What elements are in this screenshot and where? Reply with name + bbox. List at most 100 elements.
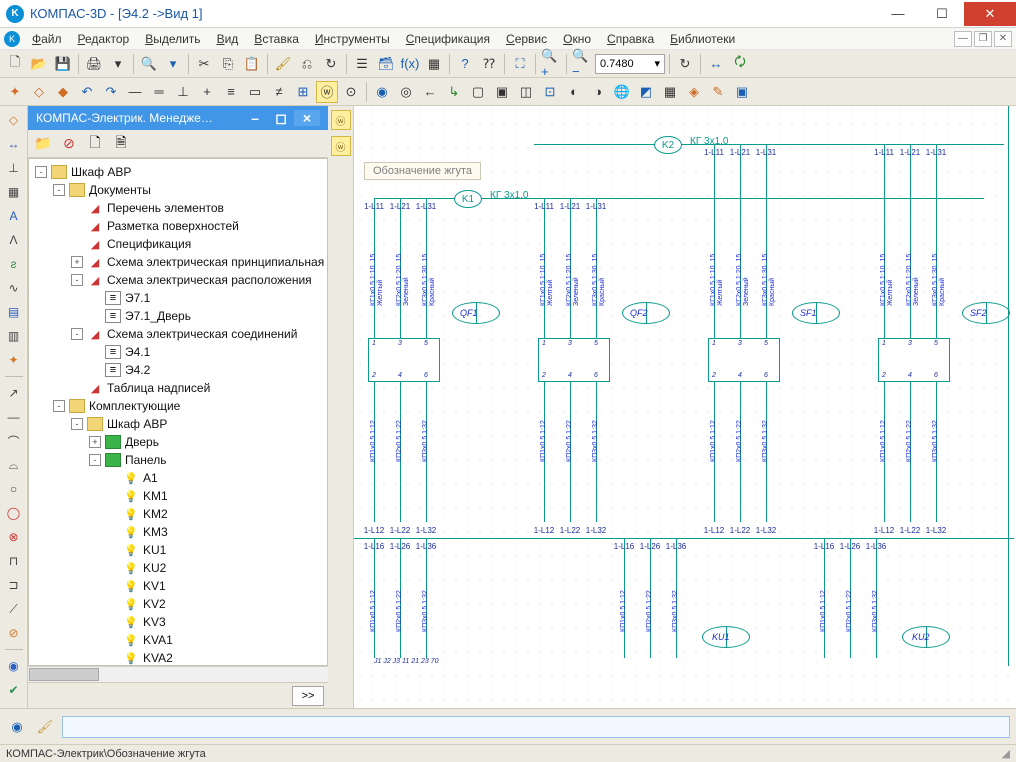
conn-icon[interactable]: ⊙ xyxy=(340,81,362,103)
rail-misc9-icon[interactable]: ⊐ xyxy=(4,575,24,595)
rail-dim-icon[interactable]: ↔ xyxy=(4,134,24,154)
menu-editor[interactable]: Редактор xyxy=(70,30,138,48)
t1-icon[interactable]: ◐ xyxy=(563,81,585,103)
tree-node[interactable]: ≡Э4.2 xyxy=(29,361,327,379)
rail-misc11-icon[interactable]: ⊘ xyxy=(4,623,24,643)
db-icon[interactable]: 🗃 xyxy=(375,53,397,75)
doc-icon[interactable]: ▾ xyxy=(162,53,184,75)
menu-tools[interactable]: Инструменты xyxy=(307,30,398,48)
rebuild-icon[interactable]: 🗘 xyxy=(729,53,751,75)
cube-icon[interactable]: ◩ xyxy=(635,81,657,103)
bl2-icon[interactable]: ▣ xyxy=(491,81,513,103)
menu-spec[interactable]: Спецификация xyxy=(398,30,498,48)
wy-icon[interactable]: ⓦ xyxy=(316,81,338,103)
redo-icon[interactable]: ↻ xyxy=(320,53,342,75)
rail-misc6-icon[interactable]: ◯ xyxy=(4,503,24,523)
wr-icon[interactable]: ✎ xyxy=(707,81,729,103)
table-icon[interactable]: ▦ xyxy=(423,53,445,75)
menu-view[interactable]: Вид xyxy=(209,30,247,48)
tree-node[interactable]: ≡Э7.1 xyxy=(29,289,327,307)
rail-arc-icon[interactable]: Ʌ xyxy=(4,230,24,250)
mdi-restore-icon[interactable]: ❐ xyxy=(974,31,992,47)
tree-node[interactable]: -Комплектующие xyxy=(29,397,327,415)
zoom-fit-icon[interactable]: ⛶ xyxy=(509,53,531,75)
undo2-icon[interactable]: ↶ xyxy=(76,81,98,103)
tree-node[interactable]: -Документы xyxy=(29,181,327,199)
resize-grip-icon[interactable]: ◢ xyxy=(1002,747,1010,760)
bb-stop-icon[interactable]: ◉ xyxy=(6,716,28,738)
snap2-icon[interactable]: ◇ xyxy=(28,81,50,103)
tree-node[interactable]: -◢Схема электрическая соединений xyxy=(29,325,327,343)
circ2-icon[interactable]: ◎ xyxy=(395,81,417,103)
tree-node[interactable]: -Шкаф АВР xyxy=(29,163,327,181)
rail-t2-icon[interactable]: ▥ xyxy=(4,326,24,346)
drawing-canvas[interactable]: Обозначение жгута K2КГ 3x1,0K1КГ 3x1,01-… xyxy=(354,106,1016,708)
rect-icon[interactable]: ▭ xyxy=(244,81,266,103)
menu-insert[interactable]: Вставка xyxy=(246,30,307,48)
tree-node[interactable]: ◢Перечень элементов xyxy=(29,199,327,217)
rail-spl-icon[interactable]: ∿ xyxy=(4,278,24,298)
snap3-icon[interactable]: ◆ xyxy=(52,81,74,103)
rail-mk-icon[interactable]: ✦ xyxy=(4,350,24,370)
tree-node[interactable]: 💡KU2 xyxy=(29,559,327,577)
perp-icon[interactable]: ⊥ xyxy=(172,81,194,103)
ex-icon[interactable]: ▣ xyxy=(731,81,753,103)
tree-node[interactable]: 💡KM1 xyxy=(29,487,327,505)
t2-icon[interactable]: ◑ xyxy=(587,81,609,103)
paste-icon[interactable]: 📋 xyxy=(241,53,263,75)
menu-file[interactable]: Файл xyxy=(24,30,70,48)
tree-node[interactable]: -Шкаф АВР xyxy=(29,415,327,433)
bl3-icon[interactable]: ◫ xyxy=(515,81,537,103)
zoom-combo[interactable]: 0.7480▾ xyxy=(595,54,665,74)
copy-icon[interactable]: ⎘ xyxy=(217,53,239,75)
save-icon[interactable]: 💾 xyxy=(52,53,74,75)
pan-icon[interactable]: ↔ xyxy=(705,53,727,75)
zoom-in-icon[interactable]: 🔍+ xyxy=(540,53,562,75)
rail-misc1-icon[interactable]: ↗ xyxy=(4,383,24,403)
undo-icon[interactable]: ⎌ xyxy=(296,53,318,75)
preview-icon[interactable]: ▾ xyxy=(107,53,129,75)
rail-misc8-icon[interactable]: ⊓ xyxy=(4,551,24,571)
preview2-icon[interactable]: 🔍 xyxy=(138,53,160,75)
tree-node[interactable]: 💡KM3 xyxy=(29,523,327,541)
redo2-icon[interactable]: ↷ xyxy=(100,81,122,103)
tree-node[interactable]: 💡A1 xyxy=(29,469,327,487)
rail-misc5-icon[interactable]: ○ xyxy=(4,479,24,499)
arr-icon[interactable]: ← xyxy=(419,81,441,103)
bl1-icon[interactable]: ▢ xyxy=(467,81,489,103)
help-icon[interactable]: ? xyxy=(454,53,476,75)
menu-help[interactable]: Справка xyxy=(599,30,662,48)
rail-tbl-icon[interactable]: ▤ xyxy=(4,302,24,322)
print-icon[interactable]: 🖨 xyxy=(83,53,105,75)
minimize-button[interactable]: — xyxy=(876,2,920,26)
cfg-icon[interactable]: ◈ xyxy=(683,81,705,103)
tree-node[interactable]: ◢Разметка поверхностей xyxy=(29,217,327,235)
rail-b2-icon[interactable]: ✔ xyxy=(4,680,24,700)
tree-node[interactable]: +Дверь xyxy=(29,433,327,451)
tree-node[interactable]: -Панель xyxy=(29,451,327,469)
rail-sgreen-icon[interactable]: ƨ xyxy=(4,254,24,274)
close-button[interactable]: ✕ xyxy=(964,2,1016,26)
tree-node[interactable]: 💡KM2 xyxy=(29,505,327,523)
glob-icon[interactable]: 🌐 xyxy=(611,81,633,103)
tree-node[interactable]: 💡KVA2 xyxy=(29,649,327,666)
panel-close-icon[interactable]: × xyxy=(294,110,320,126)
rail-misc4-icon[interactable]: ⌓ xyxy=(4,455,24,475)
eq-icon[interactable]: ≡ xyxy=(220,81,242,103)
line-icon[interactable]: — xyxy=(124,81,146,103)
rail-geom-icon[interactable]: ◇ xyxy=(4,110,24,130)
grid-icon[interactable]: ⊞ xyxy=(292,81,314,103)
tree-hscroll[interactable] xyxy=(28,666,328,682)
command-input[interactable] xyxy=(62,716,1010,738)
dbl-icon[interactable]: ═ xyxy=(148,81,170,103)
tree-node[interactable]: 💡KV1 xyxy=(29,577,327,595)
tree-node[interactable]: +◢Схема электрическая принципиальная xyxy=(29,253,327,271)
net-icon[interactable]: ⊡ xyxy=(539,81,561,103)
circ1-icon[interactable]: ◉ xyxy=(371,81,393,103)
neq-icon[interactable]: ≠ xyxy=(268,81,290,103)
tree-node[interactable]: 💡KVA1 xyxy=(29,631,327,649)
what-icon[interactable]: ⁇ xyxy=(478,53,500,75)
tree-node[interactable]: ≡Э7.1_Дверь xyxy=(29,307,327,325)
rail-misc7-icon[interactable]: ⊗ xyxy=(4,527,24,547)
rail-misc2-icon[interactable]: — xyxy=(4,407,24,427)
